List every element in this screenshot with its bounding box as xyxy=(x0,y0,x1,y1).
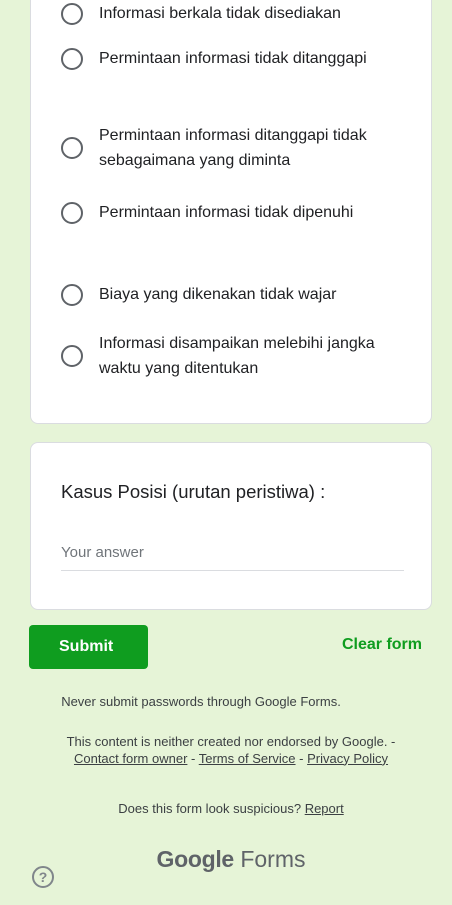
suspicious-note: Does this form look suspicious? Report xyxy=(60,801,402,816)
google-forms-logo[interactable]: Google Forms xyxy=(0,846,452,873)
option-tidak-dipenuhi[interactable]: Permintaan informasi tidak dipenuhi xyxy=(61,200,401,225)
radio-unchecked-icon[interactable] xyxy=(61,345,83,367)
question-title: Kasus Posisi (urutan peristiwa) : xyxy=(61,481,326,502)
radio-unchecked-icon[interactable] xyxy=(61,137,83,159)
brand-forms: Forms xyxy=(240,846,306,872)
disclaimer: This content is neither created nor endo… xyxy=(60,734,402,767)
radio-unchecked-icon[interactable] xyxy=(61,47,83,70)
brand-google: Google xyxy=(156,846,235,872)
radio-unchecked-icon[interactable] xyxy=(61,283,83,306)
option-informasi-berkala[interactable]: Informasi berkala tidak disediakan xyxy=(61,1,401,26)
option-label: Biaya yang dikenakan tidak wajar xyxy=(99,286,337,303)
submit-button[interactable]: Submit xyxy=(29,625,148,669)
option-biaya-tidak-wajar[interactable]: Biaya yang dikenakan tidak wajar xyxy=(61,282,401,307)
option-label: Informasi berkala tidak disediakan xyxy=(99,5,341,22)
options-card: Informasi berkala tidak disediakan Permi… xyxy=(30,0,432,424)
option-tidak-ditanggapi[interactable]: Permintaan informasi tidak ditanggapi xyxy=(61,46,401,71)
option-label: Informasi disampaikan melebihi jangka wa… xyxy=(99,335,375,377)
radio-unchecked-icon[interactable] xyxy=(61,201,83,224)
report-link[interactable]: Report xyxy=(305,801,344,816)
separator: - xyxy=(295,750,308,766)
clear-form-button[interactable]: Clear form xyxy=(342,636,422,654)
privacy-link[interactable]: Privacy Policy xyxy=(307,751,388,766)
option-tidak-sebagaimana[interactable]: Permintaan informasi ditanggapi tidak se… xyxy=(61,123,401,173)
contact-owner-link[interactable]: Contact form owner xyxy=(74,751,187,766)
option-label: Permintaan informasi tidak dipenuhi xyxy=(99,204,354,221)
terms-link[interactable]: Terms of Service xyxy=(199,751,296,766)
question-card: Kasus Posisi (urutan peristiwa) : xyxy=(30,442,432,610)
password-warning: Never submit passwords through Google Fo… xyxy=(61,694,341,709)
option-label: Permintaan informasi tidak ditanggapi xyxy=(99,50,367,67)
radio-unchecked-icon[interactable] xyxy=(61,2,83,25)
separator: - xyxy=(187,750,199,766)
help-icon[interactable]: ? xyxy=(32,866,54,888)
option-label: Permintaan informasi ditanggapi tidak se… xyxy=(99,127,367,169)
disclaimer-text: This content is neither created nor endo… xyxy=(66,734,396,749)
suspicious-text: Does this form look suspicious? xyxy=(118,801,305,816)
answer-input[interactable] xyxy=(61,539,404,571)
option-melebihi-jangka-waktu[interactable]: Informasi disampaikan melebihi jangka wa… xyxy=(61,331,401,381)
